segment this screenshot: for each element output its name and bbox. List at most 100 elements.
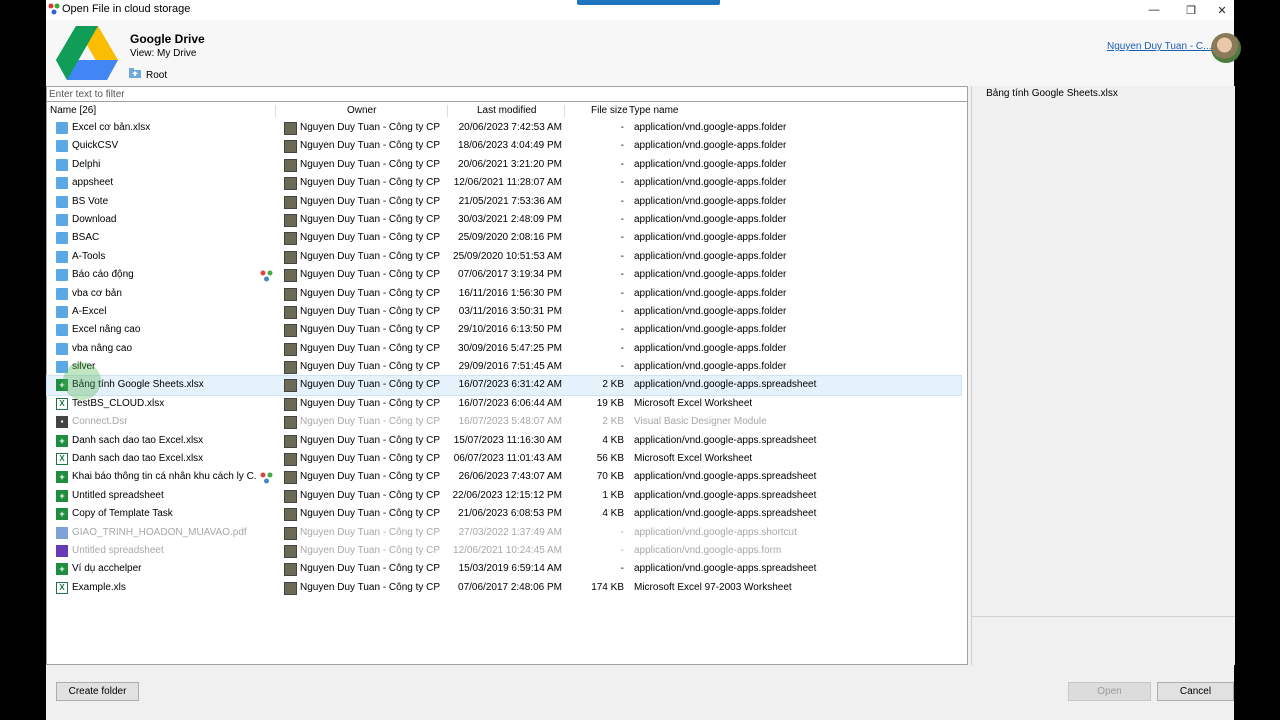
file-owner: Nguyen Duy Tuan - Công ty CP ...: [300, 287, 442, 299]
file-row[interactable]: Excel cơ bản.xlsx Nguyen Duy Tuan - Công …: [47, 119, 967, 137]
avatar[interactable]: [1211, 33, 1241, 63]
file-name: Untitled spreadsheet: [72, 544, 164, 556]
file-type: application/vnd.google-apps.shortcut: [634, 526, 797, 538]
file-row[interactable]: vba nâng cao Nguyen Duy Tuan - Công ty CP…: [47, 340, 967, 358]
excel-file-icon: X: [56, 581, 68, 594]
column-separator[interactable]: [447, 105, 448, 117]
file-row[interactable]: BSAC Nguyen Duy Tuan - Công ty CP ... 25/0…: [47, 229, 967, 247]
file-row[interactable]: + Khai báo thông tin cá nhân khu cách ly …: [47, 468, 967, 486]
file-owner: Nguyen Duy Tuan - Công ty CP ...: [300, 140, 442, 152]
file-row[interactable]: Báo cáo động Nguyen Duy Tuan - Công ty CP…: [47, 266, 967, 284]
folder-icon: [56, 195, 68, 208]
file-row[interactable]: X TestBS_CLOUD.xlsx Nguyen Duy Tuan - Công…: [47, 395, 967, 413]
owner-avatar-icon: [284, 379, 297, 393]
column-type[interactable]: Type name: [629, 103, 678, 119]
file-type: application/vnd.google-apps.folder: [634, 324, 787, 336]
file-row[interactable]: A-Tools Nguyen Duy Tuan - Công ty CP ... 2…: [47, 248, 967, 266]
file-owner: Nguyen Duy Tuan - Công ty CP ...: [300, 342, 442, 354]
file-name: vba nâng cao: [72, 342, 133, 354]
file-row[interactable]: silver Nguyen Duy Tuan - Công ty CP ... 29…: [47, 358, 967, 376]
file-owner: Nguyen Duy Tuan - Công ty CP ...: [300, 177, 442, 189]
file-size: -: [620, 250, 624, 262]
minimize-button[interactable]: —: [1136, 0, 1172, 20]
create-folder-button[interactable]: Create folder: [56, 682, 139, 701]
app-icon: [48, 3, 60, 15]
account-link[interactable]: Nguyen Duy Tuan - C...: [1107, 41, 1212, 52]
file-owner: Nguyen Duy Tuan - Công ty CP ...: [300, 471, 442, 483]
close-button[interactable]: ✕: [1210, 0, 1234, 20]
excel-file-icon: X: [56, 397, 68, 410]
filter-input[interactable]: [47, 87, 967, 102]
file-row[interactable]: X Danh sach dao tao Excel.xlsx Nguyen Duy …: [47, 450, 967, 468]
file-row[interactable]: X Example.xls Nguyen Duy Tuan - Công ty CP…: [47, 579, 967, 597]
file-row[interactable]: + Danh sach dao tao Excel.xlsx Nguyen Duy …: [47, 432, 967, 450]
maximize-button[interactable]: ❐: [1173, 0, 1209, 20]
file-row[interactable]: + Ví dụ acchelper Nguyen Duy Tuan - Công t…: [47, 560, 967, 578]
file-row[interactable]: Delphi Nguyen Duy Tuan - Công ty CP ... 20…: [47, 156, 967, 174]
folder-up-icon[interactable]: [129, 68, 141, 78]
folder-icon: [56, 287, 68, 300]
folder-icon: [56, 250, 68, 263]
file-owner: Nguyen Duy Tuan - Công ty CP ...: [300, 305, 442, 317]
file-row[interactable]: appsheet Nguyen Duy Tuan - Công ty CP ...…: [47, 174, 967, 192]
column-size[interactable]: File size: [591, 103, 628, 119]
file-row[interactable]: BS Vote Nguyen Duy Tuan - Công ty CP ... 2…: [47, 193, 967, 211]
breadcrumb-root[interactable]: Root: [146, 70, 167, 81]
column-separator[interactable]: [275, 105, 276, 117]
column-modified[interactable]: Last modified: [477, 103, 536, 119]
file-owner: Nguyen Duy Tuan - Công ty CP ...: [300, 250, 442, 262]
file-type: application/vnd.google-apps.folder: [634, 177, 787, 189]
file-modified: 16/07/2023 5:48:07 AM: [458, 416, 562, 428]
file-name: Ví dụ acchelper: [72, 563, 142, 575]
file-owner: Nguyen Duy Tuan - Công ty CP ...: [300, 379, 442, 391]
file-modified: 06/07/2023 11:01:43 AM: [453, 453, 562, 465]
file-size: 19 KB: [596, 397, 624, 409]
file-name: TestBS_CLOUD.xlsx: [72, 397, 165, 409]
file-row[interactable]: QuickCSV Nguyen Duy Tuan - Công ty CP ...…: [47, 137, 967, 155]
folder-icon: [56, 122, 68, 134]
owner-avatar-icon: [284, 158, 297, 172]
owner-avatar-icon: [284, 397, 297, 411]
file-row[interactable]: + Bảng tính Google Sheets.xlsx Nguyen Duy …: [46, 375, 962, 396]
file-name: Delphi: [72, 158, 101, 170]
column-separator[interactable]: [564, 105, 565, 117]
file-row[interactable]: + Untitled spreadsheet Nguyen Duy Tuan - C…: [47, 487, 967, 505]
file-row[interactable]: vba cơ bản Nguyen Duy Tuan - Công ty CP .…: [47, 285, 967, 303]
file-type: application/vnd.google-apps.folder: [634, 140, 787, 152]
file-type: application/vnd.google-apps.spreadsheet: [634, 563, 817, 575]
column-owner[interactable]: Owner: [347, 103, 376, 119]
file-type: Microsoft Excel Worksheet: [634, 397, 753, 409]
file-row[interactable]: Excel nâng cao Nguyen Duy Tuan - Công ty …: [47, 321, 967, 339]
folder-icon: [56, 305, 68, 318]
open-button[interactable]: Open: [1068, 682, 1151, 701]
file-modified: 15/03/2019 6:59:14 AM: [458, 563, 562, 575]
file-row[interactable]: + Copy of Template Task Nguyen Duy Tuan - …: [47, 505, 967, 523]
file-owner: Nguyen Duy Tuan - Công ty CP ...: [300, 122, 442, 133]
file-modified: 30/03/2021 2:48:09 PM: [458, 213, 562, 225]
folder-icon: [56, 269, 68, 282]
file-row[interactable]: A-Excel Nguyen Duy Tuan - Công ty CP ... 0…: [47, 303, 967, 321]
window-title: Open File in cloud storage: [62, 3, 191, 15]
file-owner: Nguyen Duy Tuan - Công ty CP ...: [300, 324, 442, 336]
owner-avatar-icon: [284, 434, 297, 448]
file-row[interactable]: Untitled spreadsheet Nguyen Duy Tuan - Cô…: [47, 542, 967, 560]
file-owner: Nguyen Duy Tuan - Công ty CP ...: [300, 195, 442, 207]
file-type: application/vnd.google-apps.folder: [634, 342, 787, 354]
file-row[interactable]: GIAO_TRINH_HOADON_MUAVAO.pdf Nguyen Duy T…: [47, 524, 967, 542]
owner-avatar-icon: [284, 508, 297, 522]
google-drive-logo-icon: [56, 26, 118, 80]
column-name[interactable]: Name [26]: [50, 103, 96, 119]
google-forms-icon: [56, 544, 68, 557]
file-modified: 20/06/2023 7:42:53 AM: [458, 122, 562, 133]
file-row[interactable]: Download Nguyen Duy Tuan - Công ty CP ...…: [47, 211, 967, 229]
file-name: Download: [72, 213, 117, 225]
cancel-button[interactable]: Cancel: [1157, 682, 1234, 701]
file-list-panel: Name [26] Owner Last modified File size …: [46, 86, 968, 665]
file-owner: Nguyen Duy Tuan - Công ty CP ...: [300, 416, 442, 428]
file-modified: 15/07/2023 11:16:30 AM: [453, 434, 562, 446]
file-modified: 03/11/2016 3:50:31 PM: [458, 305, 562, 317]
file-modified: 12/06/2021 11:28:07 AM: [453, 177, 562, 189]
owner-avatar-icon: [284, 563, 297, 577]
file-name: Khai báo thông tin cá nhân khu cách ly C…: [72, 471, 257, 483]
file-row[interactable]: ▪ Connect.Dsr Nguyen Duy Tuan - Công ty CP…: [47, 413, 967, 431]
